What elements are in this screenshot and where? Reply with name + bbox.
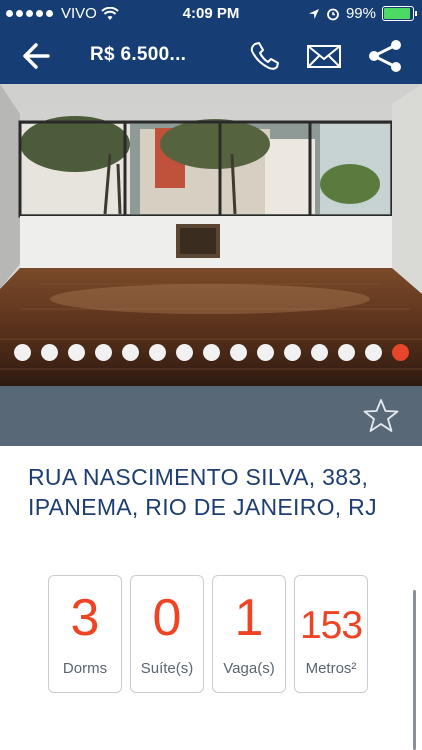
carousel-dot[interactable]	[148, 343, 166, 361]
carousel-dot[interactable]	[94, 343, 112, 361]
back-arrow-icon[interactable]	[18, 40, 58, 72]
carousel-dot[interactable]	[283, 343, 301, 361]
listing-address: RUA NASCIMENTO SILVA, 383, IPANEMA, RIO …	[28, 462, 408, 522]
carousel-dot-active[interactable]	[391, 343, 409, 361]
favorite-star-icon[interactable]	[362, 398, 400, 434]
stat-label: Vaga(s)	[223, 660, 275, 677]
carousel-dot[interactable]	[202, 343, 220, 361]
address-line-2: IPANEMA, RIO DE JANEIRO, RJ	[28, 494, 377, 520]
carousel-dot[interactable]	[40, 343, 58, 361]
stat-parking: 1 Vaga(s)	[212, 575, 286, 693]
scrollbar[interactable]	[413, 590, 416, 750]
property-stats: 3 Dorms 0 Suíte(s) 1 Vaga(s) 153 Metros²	[48, 575, 368, 693]
stat-value: 1	[234, 589, 264, 647]
photo-carousel-indicator[interactable]	[0, 340, 422, 364]
carousel-dot[interactable]	[256, 343, 274, 361]
navigation-bar: R$ 6.500...	[0, 28, 422, 84]
stat-label: Suíte(s)	[140, 660, 194, 677]
stat-label: Metros²	[305, 660, 357, 677]
listing-action-bar	[0, 386, 422, 446]
battery-icon	[382, 6, 417, 21]
battery-percent: 99%	[345, 5, 376, 22]
phone-icon[interactable]	[244, 38, 284, 74]
stat-value: 0	[152, 589, 182, 647]
status-right: 99%	[308, 5, 417, 22]
alarm-clock-icon	[327, 8, 339, 20]
location-arrow-icon	[308, 8, 319, 19]
carousel-dot[interactable]	[121, 343, 139, 361]
stat-area: 153 Metros²	[294, 575, 368, 693]
carousel-dot[interactable]	[310, 343, 328, 361]
stat-label: Dorms	[62, 660, 108, 677]
stat-suites: 0 Suíte(s)	[130, 575, 204, 693]
price-title: R$ 6.500...	[90, 44, 187, 65]
carousel-dot[interactable]	[13, 343, 31, 361]
email-envelope-icon[interactable]	[304, 38, 344, 74]
carousel-dot[interactable]	[364, 343, 382, 361]
stat-value: 3	[70, 589, 100, 647]
carousel-dot[interactable]	[67, 343, 85, 361]
carousel-dot[interactable]	[229, 343, 247, 361]
stat-value: 153	[299, 604, 363, 647]
stat-dorms: 3 Dorms	[48, 575, 122, 693]
carousel-dot[interactable]	[175, 343, 193, 361]
status-bar: VIVO 4:09 PM 99%	[0, 0, 422, 28]
carousel-dot[interactable]	[337, 343, 355, 361]
address-line-1: RUA NASCIMENTO SILVA, 383,	[28, 464, 369, 490]
share-icon[interactable]	[364, 38, 404, 74]
